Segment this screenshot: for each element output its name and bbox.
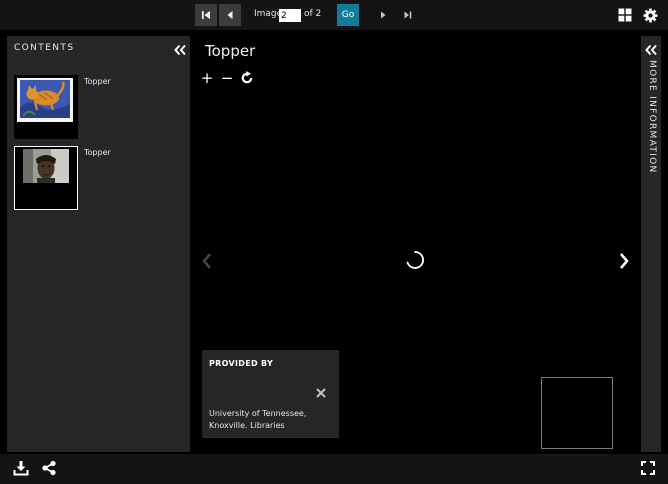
thumbnail-2[interactable] — [14, 146, 78, 210]
image-viewer[interactable]: Topper + − PROVIDED BY University of Ten… — [192, 36, 639, 452]
close-provided-by-button[interactable] — [315, 384, 327, 398]
thumbnail-2-label: Topper — [84, 148, 111, 157]
share-button[interactable] — [40, 459, 58, 477]
go-button[interactable]: Go — [337, 4, 359, 26]
close-icon — [316, 388, 326, 398]
top-toolbar: Image of 2 Go — [0, 0, 668, 30]
zoom-out-button[interactable]: − — [220, 70, 234, 85]
download-button[interactable] — [12, 459, 30, 477]
gear-icon — [642, 7, 658, 23]
rotate-icon — [241, 71, 253, 84]
provided-by-title: PROVIDED BY — [209, 359, 274, 368]
download-icon — [13, 461, 29, 476]
previous-icon — [227, 11, 233, 19]
chevron-right-icon — [620, 253, 629, 269]
next-image-arrow[interactable] — [617, 251, 631, 275]
provided-by-panel: PROVIDED BY University of Tennessee, Kno… — [202, 350, 339, 438]
page-number-input[interactable] — [279, 9, 301, 22]
expand-more-information-button[interactable] — [644, 41, 658, 56]
double-chevron-left-icon — [174, 44, 186, 56]
thumbnail-1[interactable] — [14, 75, 78, 139]
chevron-left-icon — [202, 253, 211, 269]
last-page-icon — [404, 11, 412, 19]
bottom-toolbar — [0, 454, 668, 484]
share-icon — [42, 460, 56, 476]
contents-panel: CONTENTS Topper Topper — [7, 36, 190, 452]
double-chevron-left-icon — [645, 44, 657, 56]
viewer-title: Topper — [205, 42, 256, 60]
previous-page-button[interactable] — [219, 4, 241, 26]
loading-icon — [406, 251, 424, 269]
thumbnail-image-person — [23, 149, 69, 183]
thumbnail-1-label: Topper — [84, 77, 111, 86]
more-information-panel[interactable]: MORE INFORMATION — [641, 36, 661, 452]
previous-image-arrow[interactable] — [200, 251, 214, 275]
next-icon — [381, 11, 386, 19]
provider-name: University of Tennessee, Knoxville. Libr… — [209, 409, 307, 430]
grid-icon — [618, 8, 632, 22]
navigator-minimap[interactable] — [541, 377, 613, 449]
settings-button[interactable] — [641, 6, 659, 24]
more-information-label: MORE INFORMATION — [647, 60, 657, 174]
last-page-button[interactable] — [397, 4, 419, 26]
rotate-button[interactable] — [240, 71, 254, 85]
collapse-contents-button[interactable] — [173, 41, 187, 56]
contents-title: CONTENTS — [14, 43, 75, 53]
image-label: Image — [254, 9, 283, 19]
gallery-view-button[interactable] — [616, 6, 634, 24]
thumbnail-image-cat — [17, 78, 73, 122]
page-count-label: of 2 — [304, 9, 322, 19]
loading-spinner — [405, 250, 425, 274]
fullscreen-button[interactable] — [639, 459, 657, 477]
first-page-icon — [202, 11, 210, 19]
fullscreen-icon — [641, 461, 655, 475]
zoom-in-button[interactable]: + — [200, 70, 214, 85]
first-page-button[interactable] — [195, 4, 217, 26]
next-page-button[interactable] — [372, 4, 394, 26]
